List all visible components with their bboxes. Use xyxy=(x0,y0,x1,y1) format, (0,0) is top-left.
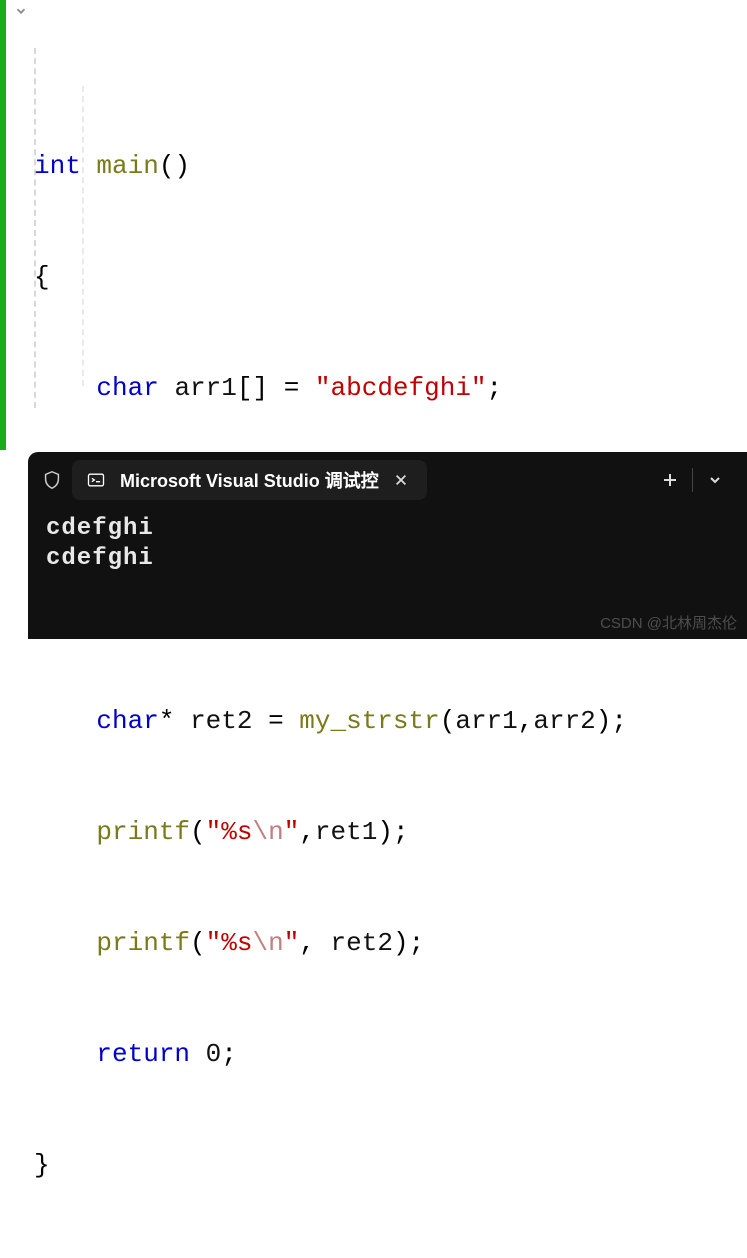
open-brace: { xyxy=(34,262,50,292)
return-keyword: return xyxy=(96,1039,190,1069)
watermark: CSDN @北林周杰伦 xyxy=(600,612,737,633)
code-line: { xyxy=(34,259,747,296)
terminal-output[interactable]: cdefghi cdefghi xyxy=(28,508,747,580)
escape-seq: \n xyxy=(252,817,283,847)
type-keyword: char xyxy=(96,373,158,403)
paren: ( xyxy=(190,928,206,958)
code-line: printf("%s\n", ret2); xyxy=(34,925,747,962)
escape-seq: \n xyxy=(252,928,283,958)
identifier: ret2 xyxy=(190,706,252,736)
code-line: printf("%s\n",ret1); xyxy=(34,814,747,851)
new-tab-button[interactable] xyxy=(648,460,692,500)
brackets: [] xyxy=(237,373,268,403)
type-keyword: char xyxy=(96,706,158,736)
quote: " xyxy=(206,817,222,847)
type-keyword: int xyxy=(34,151,81,181)
terminal-tab-title: Microsoft Visual Studio 调试控 xyxy=(120,467,379,493)
code-line: int main() xyxy=(34,148,747,185)
quote: " xyxy=(206,928,222,958)
paren: ) xyxy=(596,706,612,736)
quote: " xyxy=(284,817,300,847)
close-brace: } xyxy=(34,1150,50,1180)
semicolon: ; xyxy=(409,928,425,958)
code-area[interactable]: int main() { char arr1[] = "abcdefghi"; … xyxy=(34,0,747,450)
terminal-tabbar-actions xyxy=(648,460,737,500)
code-line: char arr1[] = "abcdefghi"; xyxy=(34,370,747,407)
argument: ret2 xyxy=(331,928,393,958)
code-editor[interactable]: int main() { char arr1[] = "abcdefghi"; … xyxy=(0,0,747,450)
pointer-star: * xyxy=(159,706,175,736)
comma: , xyxy=(518,706,534,736)
indent-guide xyxy=(34,48,36,408)
format-spec: %s xyxy=(221,928,252,958)
number-literal: 0 xyxy=(206,1039,222,1069)
string-literal: "abcdefghi" xyxy=(315,373,487,403)
paren: ( xyxy=(190,817,206,847)
identifier: arr1 xyxy=(174,373,236,403)
semicolon: ; xyxy=(487,373,503,403)
format-spec: %s xyxy=(221,817,252,847)
quote: " xyxy=(284,928,300,958)
paren: ( xyxy=(440,706,456,736)
gutter[interactable] xyxy=(6,0,34,450)
argument: arr2 xyxy=(533,706,595,736)
paren: ) xyxy=(393,928,409,958)
comma: , xyxy=(299,928,330,958)
tab-dropdown-button[interactable] xyxy=(693,460,737,500)
terminal-output-line: cdefghi xyxy=(46,544,729,574)
code-line: char* ret2 = my_strstr(arr1,arr2); xyxy=(34,703,747,740)
code-line: } xyxy=(34,1147,747,1184)
close-icon[interactable] xyxy=(389,468,413,492)
semicolon: ; xyxy=(393,817,409,847)
equals: = xyxy=(252,706,299,736)
terminal-tab[interactable]: Microsoft Visual Studio 调试控 xyxy=(72,460,427,500)
function-call: printf xyxy=(96,928,190,958)
indent-guide xyxy=(82,86,84,386)
argument: arr1 xyxy=(455,706,517,736)
shield-icon[interactable] xyxy=(38,466,66,494)
function-call: printf xyxy=(96,817,190,847)
console-icon xyxy=(82,466,110,494)
argument: ret1 xyxy=(315,817,377,847)
function-name: main xyxy=(96,151,158,181)
terminal-panel[interactable]: Microsoft Visual Studio 调试控 cdefghi cdef… xyxy=(28,452,747,639)
function-call: my_strstr xyxy=(299,706,439,736)
fold-chevron-icon[interactable] xyxy=(14,4,28,18)
code-line: return 0; xyxy=(34,1036,747,1073)
semicolon: ; xyxy=(221,1039,237,1069)
paren: ) xyxy=(377,817,393,847)
terminal-tabbar: Microsoft Visual Studio 调试控 xyxy=(28,452,747,508)
semicolon: ; xyxy=(611,706,627,736)
terminal-output-line: cdefghi xyxy=(46,514,729,544)
comma: , xyxy=(299,817,315,847)
equals: = xyxy=(268,373,315,403)
